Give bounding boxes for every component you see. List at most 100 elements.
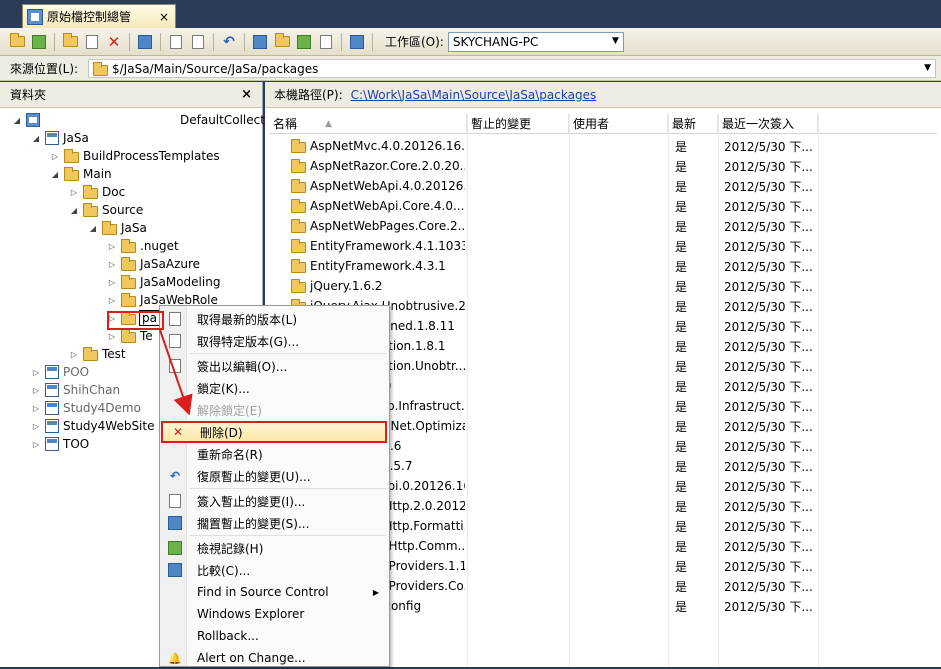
cell-latest: 是 — [675, 539, 688, 554]
menu-item-undo[interactable]: ↶ 復原暫止的變更(U)... — [160, 465, 389, 487]
expanded-icon[interactable]: ◢ — [69, 206, 79, 215]
table-row[interactable]: AspNetMvc.4.0.20126.16... 是 2012/5/30 下... — [265, 136, 941, 156]
collapsed-icon[interactable]: ▷ — [31, 386, 41, 395]
menu-item-item-16[interactable]: Windows Explorer — [160, 603, 389, 625]
collapsed-icon[interactable]: ▷ — [107, 242, 117, 251]
tree-node[interactable]: ▷ JaSaAzure — [107, 255, 200, 273]
folder-icon — [291, 199, 306, 213]
collapsed-icon[interactable]: ▷ — [31, 440, 41, 449]
expanded-icon[interactable]: ◢ — [12, 116, 22, 125]
collapsed-icon[interactable]: ▷ — [31, 422, 41, 431]
document-tab-strip: 原始檔控制總管 × — [0, 0, 941, 28]
table-row[interactable]: jQuery.1.6.2 是 2012/5/30 下... — [265, 276, 941, 296]
table-row[interactable]: AspNetRazor.Core.2.0.20... 是 2012/5/30 下..… — [265, 156, 941, 176]
collapsed-icon[interactable]: ▷ — [69, 188, 79, 197]
open-folder-icon[interactable] — [8, 33, 26, 51]
add-files-icon[interactable] — [83, 33, 101, 51]
menu-item-shelve[interactable]: 擱置暫止的變更(S)... — [160, 512, 389, 534]
workspace-select[interactable]: SKYCHANG-PC ▼ — [447, 31, 624, 52]
cell-latest: 是 — [675, 579, 688, 594]
properties-icon[interactable] — [317, 33, 335, 51]
source-location-combo[interactable]: $/JaSa/Main/Source/JaSa/packages ▼ — [88, 59, 936, 78]
expanded-icon[interactable]: ◢ — [50, 170, 60, 179]
tree-node[interactable]: ▷ TOO — [31, 435, 89, 453]
tree-node[interactable]: ▷ BuildProcessTemplates — [50, 147, 220, 165]
close-icon[interactable]: × — [159, 10, 169, 24]
delete-icon[interactable]: ✕ — [105, 33, 123, 51]
collapsed-icon[interactable]: ▷ — [107, 332, 117, 341]
menu-item-checkout[interactable]: 簽出以編輯(O)... — [160, 355, 389, 377]
collapsed-icon[interactable]: ▷ — [31, 404, 41, 413]
local-path-link[interactable]: C:\Work\JaSa\Main\Source\JaSa\packages — [351, 88, 597, 102]
table-row[interactable]: EntityFramework.4.3.1 是 2012/5/30 下... — [265, 256, 941, 276]
menu-item-item-15[interactable]: Find in Source Control ▶ — [160, 581, 389, 603]
checkout-icon[interactable] — [167, 33, 185, 51]
menu-item-alert[interactable]: 🔔 Alert on Change... — [160, 647, 389, 669]
table-row[interactable]: AspNetWebApi.4.0.20126... 是 2012/5/30 下... — [265, 176, 941, 196]
tree-node[interactable]: ▷ Doc — [69, 183, 125, 201]
tree-node[interactable]: ▷ JaSaModeling — [107, 273, 220, 291]
table-row[interactable]: AspNetWebApi.Core.4.0.... 是 2012/5/30 下... — [265, 196, 941, 216]
cell-latest: 是 — [675, 159, 688, 174]
tree-node[interactable]: ▷ Study4Demo — [31, 399, 141, 417]
tree-node[interactable]: ◢ Main — [50, 165, 112, 183]
collapsed-icon[interactable]: ▷ — [107, 278, 117, 287]
menu-separator — [190, 535, 386, 536]
folder-icon — [291, 139, 306, 153]
tree-node[interactable]: ▷ Test — [69, 345, 126, 363]
new-folder-icon[interactable] — [61, 33, 79, 51]
item-name: AspNetRazor.Core.2.0.20... — [310, 159, 465, 173]
tree-node[interactable]: ◢ Source — [69, 201, 143, 219]
menu-item-compare[interactable]: 比較(C)... — [160, 559, 389, 581]
collapsed-icon[interactable]: ▷ — [107, 260, 117, 269]
cell-latest: 是 — [675, 319, 688, 334]
alert-icon: 🔔 — [168, 651, 182, 665]
menu-item-item-4[interactable]: 鎖定(K)... — [160, 377, 389, 399]
column-header-latest[interactable]: 最新 — [668, 114, 718, 133]
annotation-highlight-box — [107, 311, 164, 330]
tab-source-control-explorer[interactable]: 原始檔控制總管 × — [22, 4, 176, 28]
tree-node-label: .nuget — [140, 239, 179, 253]
table-row[interactable]: AspNetWebPages.Core.2.... 是 2012/5/30 下... — [265, 216, 941, 236]
menu-item-label: 檢視記錄(H) — [197, 541, 264, 556]
shelve-icon[interactable] — [251, 33, 269, 51]
collapsed-icon[interactable]: ▷ — [31, 368, 41, 377]
menu-item-history[interactable]: 檢視記錄(H) — [160, 537, 389, 559]
tree-node[interactable]: ▷ Study4WebSite — [31, 417, 154, 435]
column-header-pending[interactable]: 暫止的變更 — [467, 114, 569, 133]
tree-node[interactable]: ▷ POO — [31, 363, 89, 381]
column-header-last-checkin[interactable]: 最近一次簽入 — [718, 114, 818, 133]
cell-latest: 是 — [675, 299, 688, 314]
collapsed-icon[interactable]: ▷ — [50, 152, 60, 161]
menu-item-label: 取得最新的版本(L) — [197, 312, 298, 327]
cell-last-checkin: 2012/5/30 下... — [724, 199, 813, 214]
tree-node[interactable]: ◢ JaSa — [88, 219, 147, 237]
menu-item-delete[interactable]: ✕ 刪除(D) — [161, 421, 387, 443]
table-row[interactable]: EntityFramework.4.1.1033... 是 2012/5/30 下.… — [265, 236, 941, 256]
checkin-icon[interactable] — [189, 33, 207, 51]
refresh-icon[interactable] — [30, 33, 48, 51]
column-header-user[interactable]: 使用者 — [569, 114, 668, 133]
get-latest-icon[interactable] — [136, 33, 154, 51]
expanded-icon[interactable]: ◢ — [31, 134, 41, 143]
collapsed-icon[interactable]: ▷ — [107, 296, 117, 305]
branch-icon[interactable] — [348, 33, 366, 51]
menu-item-item-17[interactable]: Rollback... — [160, 625, 389, 647]
tree-node[interactable]: ▷ .nuget — [107, 237, 179, 255]
menu-item-get-specific[interactable]: 取得特定版本(G)... — [160, 330, 389, 352]
menu-item-checkin[interactable]: 簽入暫止的變更(I)... — [160, 490, 389, 512]
workspace-label: 工作區(O): — [385, 35, 444, 49]
menu-item-get-latest[interactable]: 取得最新的版本(L) — [160, 308, 389, 330]
close-icon[interactable]: × — [241, 87, 252, 102]
compare-icon[interactable] — [273, 33, 291, 51]
expanded-icon[interactable]: ◢ — [88, 224, 98, 233]
tree-node[interactable]: ◢ DefaultCollect — [12, 111, 265, 129]
collapsed-icon[interactable]: ▷ — [69, 350, 79, 359]
menu-item-item-7[interactable]: 重新命名(R) — [160, 443, 389, 465]
tree-node[interactable]: ◢ JaSa — [31, 129, 89, 147]
undo-icon[interactable]: ↶ — [220, 33, 238, 51]
column-header-name[interactable]: 名稱 ▲ — [269, 114, 467, 133]
history-icon[interactable] — [295, 33, 313, 51]
tree-node[interactable]: ▷ ShihChan — [31, 381, 120, 399]
folder-icon — [102, 221, 117, 235]
